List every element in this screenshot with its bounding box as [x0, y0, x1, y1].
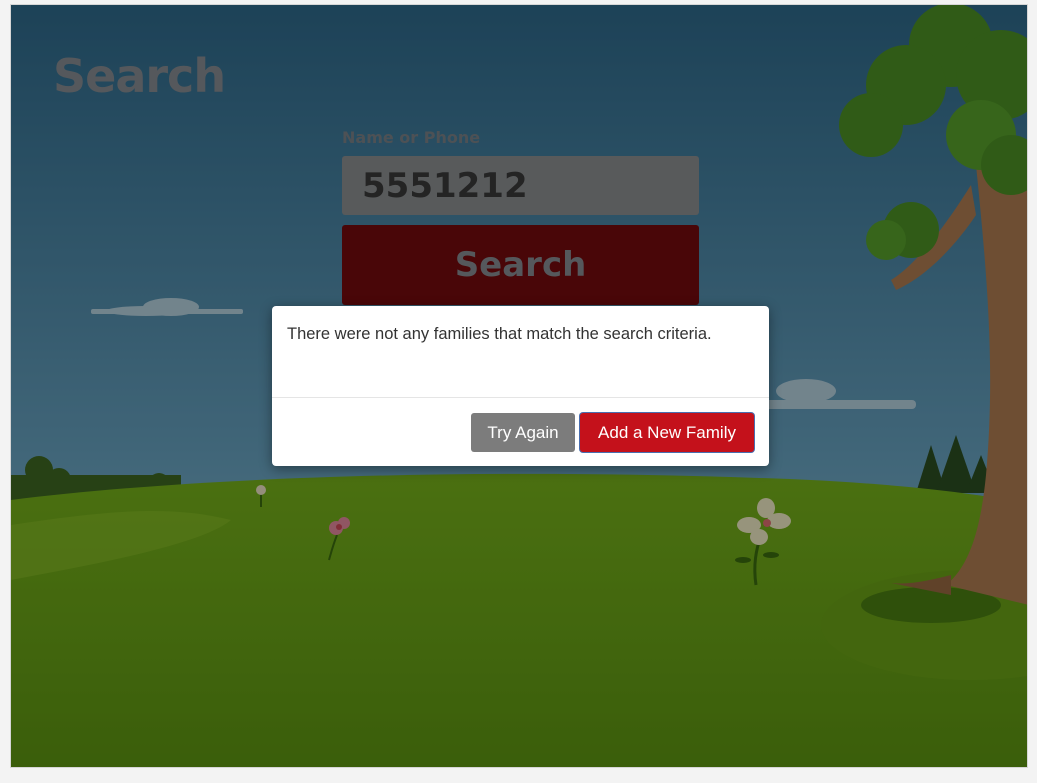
app-frame: Search Name or Phone Search There were n… [10, 4, 1028, 768]
add-new-family-button[interactable]: Add a New Family [580, 413, 754, 452]
no-results-dialog: There were not any families that match t… [272, 306, 769, 466]
dialog-divider [272, 397, 769, 398]
try-again-button[interactable]: Try Again [471, 413, 575, 452]
dialog-message: There were not any families that match t… [287, 325, 712, 343]
